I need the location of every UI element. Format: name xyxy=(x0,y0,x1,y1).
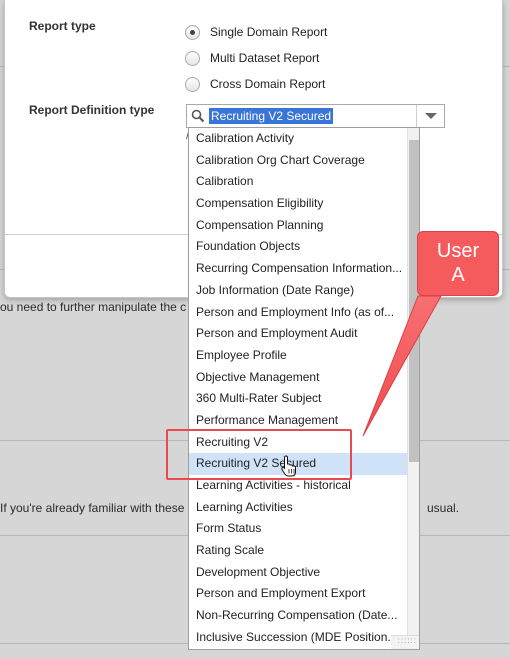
dropdown-option[interactable]: Rating Scale xyxy=(189,540,408,562)
report-definition-type-label: Report Definition type xyxy=(29,103,155,117)
dropdown-option[interactable]: Person and Employment Export xyxy=(189,583,408,605)
hand-cursor-icon xyxy=(281,455,296,477)
background-text: usual. xyxy=(427,501,460,515)
dropdown-option[interactable]: Non-Recurring Compensation (Date... xyxy=(189,605,408,627)
radio-label: Single Domain Report xyxy=(210,25,328,39)
dropdown-option[interactable]: Calibration xyxy=(189,171,408,193)
search-icon xyxy=(187,105,209,127)
radio-single-domain[interactable]: Single Domain Report xyxy=(185,22,327,42)
report-type-label: Report type xyxy=(29,19,96,33)
radio-button[interactable] xyxy=(185,50,200,66)
radio-label: Multi Dataset Report xyxy=(210,51,320,65)
background-text: If you're already familiar with these xyxy=(0,501,185,515)
resize-grip-icon[interactable]: :::::: xyxy=(391,635,419,649)
dropdown-option[interactable]: Form Status xyxy=(189,518,408,540)
background-text: ou need to further manipulate the c xyxy=(0,300,187,314)
radio-multi-dataset[interactable]: Multi Dataset Report xyxy=(185,48,319,68)
dropdown-option[interactable]: Calibration Org Chart Coverage xyxy=(189,150,408,172)
radio-button[interactable] xyxy=(185,24,200,40)
dropdown-option[interactable]: Learning Activities xyxy=(189,497,408,519)
report-definition-combobox[interactable]: Recruiting V2 Secured xyxy=(186,104,445,128)
chevron-down-icon[interactable] xyxy=(416,105,444,127)
radio-cross-domain[interactable]: Cross Domain Report xyxy=(185,74,325,94)
annotation-highlight-box xyxy=(166,429,352,480)
dropdown-option[interactable]: Development Objective xyxy=(189,562,408,584)
radio-label: Cross Domain Report xyxy=(210,77,326,91)
dropdown-option[interactable]: Compensation Eligibility xyxy=(189,193,408,215)
callout-label: User A xyxy=(436,240,480,286)
dropdown-option[interactable]: Calibration Activity xyxy=(189,128,408,150)
combobox-input-value[interactable]: Recruiting V2 Secured xyxy=(209,108,334,124)
radio-button[interactable] xyxy=(185,76,200,92)
user-a-callout: User A xyxy=(417,231,499,296)
dropdown-option[interactable]: Inclusive Succession (MDE Position... xyxy=(189,627,408,649)
